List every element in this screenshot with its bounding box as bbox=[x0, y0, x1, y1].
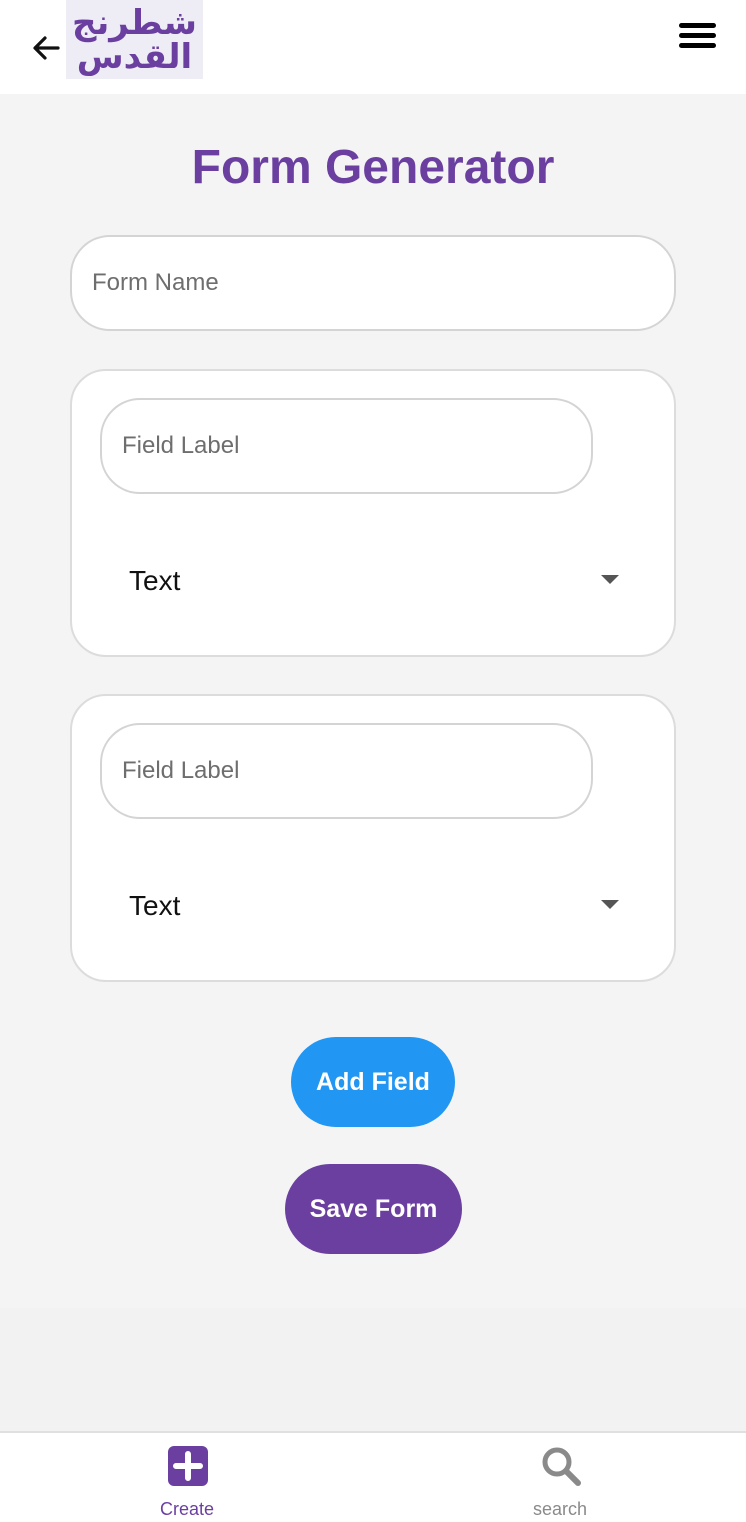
bottom-navigation: Create search bbox=[0, 1431, 746, 1522]
caret-down-icon bbox=[601, 900, 619, 909]
nav-item-create[interactable]: Create bbox=[107, 1433, 267, 1522]
logo-text-line1: شطرنج bbox=[72, 2, 197, 43]
caret-down-icon bbox=[601, 575, 619, 584]
field-card: Text bbox=[70, 694, 676, 982]
hamburger-menu-icon[interactable] bbox=[678, 20, 718, 52]
field-type-select[interactable]: Text bbox=[129, 886, 619, 926]
nav-label-create: Create bbox=[159, 1499, 215, 1519]
save-form-button[interactable]: Save Form bbox=[285, 1164, 462, 1254]
field-type-value: Text bbox=[129, 890, 181, 921]
app-logo[interactable]: شطرنج القدس bbox=[66, 0, 203, 79]
add-field-button[interactable]: Add Field bbox=[291, 1037, 455, 1127]
arrow-left-icon[interactable] bbox=[28, 30, 64, 66]
app-header: شطرنج القدس bbox=[0, 0, 746, 94]
logo-text-line2: القدس bbox=[76, 36, 193, 77]
field-type-select[interactable]: Text bbox=[129, 561, 619, 601]
logo-text: شطرنج القدس bbox=[72, 6, 197, 74]
search-icon bbox=[542, 1447, 581, 1486]
page-title: Form Generator bbox=[191, 141, 555, 194]
nav-item-search[interactable]: search bbox=[480, 1433, 640, 1522]
plus-square-icon bbox=[168, 1446, 208, 1486]
field-card: Text bbox=[70, 369, 676, 657]
field-label-input[interactable] bbox=[100, 723, 593, 819]
field-label-input[interactable] bbox=[100, 398, 593, 494]
main-content: Form Generator Text Text Add Field Save … bbox=[0, 94, 746, 1308]
field-type-value: Text bbox=[129, 565, 181, 596]
nav-label-search: search bbox=[532, 1499, 588, 1519]
form-name-input[interactable] bbox=[70, 235, 676, 331]
